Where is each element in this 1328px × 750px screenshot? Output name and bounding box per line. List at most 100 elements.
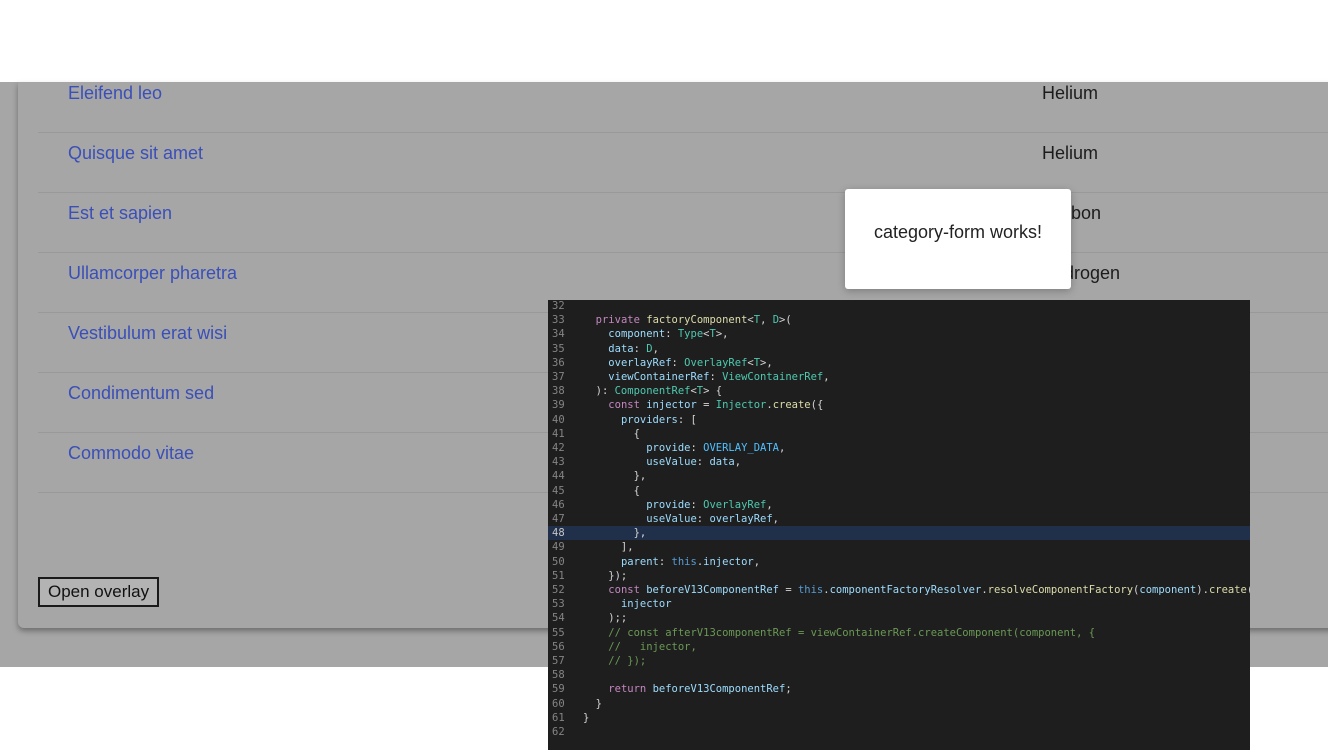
code-line: 50 parent: this.injector, [548,555,1250,569]
code-line: 38 ): ComponentRef<T> { [548,384,1250,398]
code-line: 62 [548,725,1250,739]
list-item-name-link[interactable]: Condimentum sed [68,373,214,413]
code-line-text: providers: [ [620,413,697,426]
code-line-text: // injector, [608,640,697,653]
code-line: 53 injector [548,597,1250,611]
code-line-number: 45 [552,484,565,497]
code-line-number: 56 [552,640,565,653]
code-line: 57 // }); [548,654,1250,668]
dialog-message: category-form works! [873,222,1043,242]
code-line-number: 55 [552,626,565,639]
code-line-text: }, [583,470,647,483]
code-line: 51 }); [548,569,1250,583]
code-line: 49 ], [548,540,1250,554]
list-item-name-link[interactable]: Ullamcorper pharetra [68,253,237,293]
code-line-text: { [583,484,640,497]
code-line-number: 52 [552,584,565,596]
code-line-number: 50 [552,555,565,568]
code-line-text: }, [583,527,647,540]
code-line-number: 59 [552,683,565,696]
code-line-text: viewContainerRef: ViewContainerRef, [608,371,830,383]
code-line-text: injector [620,598,672,611]
code-line: 33 private factoryComponent<T, D>( [548,313,1250,327]
code-line: 46 provide: OverlayRef, [548,498,1250,512]
code-line-number: 49 [552,541,565,554]
code-line: 52 const beforeV13ComponentRef = this.co… [548,583,1250,597]
code-line: 61} [548,711,1250,725]
overlay-dialog: category-form works! [845,189,1071,289]
code-line-text: const injector = Injector.create({ [608,399,824,412]
code-line: 48 }, [548,526,1250,541]
code-line-text: return beforeV13ComponentRef; [608,683,792,696]
code-line-number: 54 [552,612,565,625]
code-line: 35 data: D, [548,342,1250,356]
code-line-number: 51 [552,569,565,582]
code-line: 55 // const afterV13componentRef = viewC… [548,626,1250,640]
code-line: 42 provide: OVERLAY_DATA, [548,441,1250,455]
code-line: 36 overlayRef: OverlayRef<T>, [548,356,1250,370]
code-line-text: ): ComponentRef<T> { [583,385,723,398]
code-line: 47 useValue: overlayRef, [548,512,1250,526]
code-line-number: 61 [552,711,565,724]
code-line-text: component: Type<T>, [608,328,729,341]
code-line-text: parent: this.injector, [620,555,761,568]
code-line: 54 );; [548,611,1250,625]
code-line-number: 42 [552,442,565,454]
open-overlay-button[interactable]: Open overlay [38,577,160,607]
code-line-number: 46 [552,498,565,511]
code-line-text: data: D, [608,342,659,355]
code-line-text: } [583,711,590,724]
code-line: 32 [548,300,1250,313]
code-line-number: 33 [552,314,565,327]
list-item-name-link[interactable]: Est et sapien [68,193,172,233]
code-line-number: 36 [552,356,565,369]
code-line: 44 }, [548,469,1250,483]
list-item-name-link[interactable]: Eleifend leo [68,73,162,113]
code-line: 60 } [548,697,1250,711]
list-item-name-link[interactable]: Commodo vitae [68,433,194,473]
code-line: 40 providers: [ [548,413,1250,427]
code-line-number: 62 [552,726,565,738]
code-line-text: overlayRef: OverlayRef<T>, [608,356,773,369]
code-line-number: 41 [552,427,565,440]
code-line-number: 43 [552,456,565,469]
list-item-name-link[interactable]: Quisque sit amet [68,133,203,173]
list-item[interactable]: Est et sapien Carbon [38,193,1328,253]
list-item-name-link[interactable]: Vestibulum erat wisi [68,313,227,353]
code-line-text: // }); [608,655,647,667]
code-line-number: 34 [552,328,565,341]
code-screenshot-panel: 32 33 private factoryComponent<T, D>(34 c… [548,300,1250,750]
code-line: 34 component: Type<T>, [548,327,1250,341]
code-line-number: 60 [552,697,565,710]
code-line-text: const beforeV13ComponentRef = this.compo… [608,584,1250,596]
code-line-text: useValue: overlayRef, [646,513,779,525]
code-line-text: );; [583,612,628,625]
code-line-number: 53 [552,598,565,611]
code-line-text: useValue: data, [646,456,742,469]
list-item-value: Helium [1042,143,1099,163]
code-line-number: 37 [552,371,565,383]
code-line-text: ], [583,541,634,554]
code-line: 45 { [548,484,1250,498]
list-item[interactable]: Eleifend leo Helium [38,73,1328,133]
code-line: 58 [548,668,1250,682]
code-line-text: }); [583,569,628,582]
code-line-number: 39 [552,399,565,412]
code-line-number: 38 [552,385,565,398]
list-item[interactable]: Quisque sit amet Helium [38,133,1328,193]
code-line-number: 48 [552,527,565,540]
code-line-number: 44 [552,470,565,483]
code-line-text: } [583,697,602,710]
code-line: 37 viewContainerRef: ViewContainerRef, [548,370,1250,384]
code-line: 41 { [548,427,1250,441]
code-line: 59 return beforeV13ComponentRef; [548,682,1250,696]
code-line-number: 40 [552,413,565,426]
code-line-text: provide: OverlayRef, [646,498,773,511]
code-line: 43 useValue: data, [548,455,1250,469]
list-item-value: Helium [1042,83,1099,103]
code-line-text: provide: OVERLAY_DATA, [646,442,786,454]
code-line-text: { [583,427,640,440]
code-line: 56 // injector, [548,640,1250,654]
code-line-number: 57 [552,655,565,667]
code-line-number: 47 [552,513,565,525]
